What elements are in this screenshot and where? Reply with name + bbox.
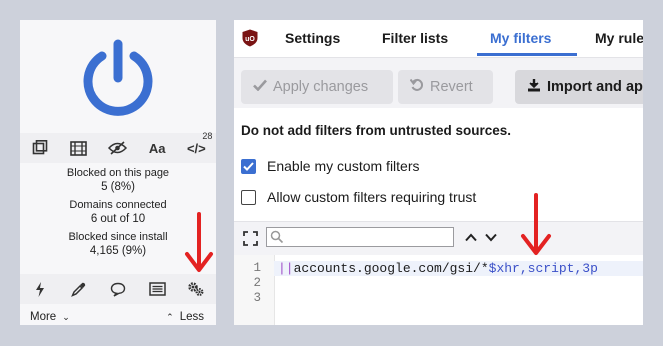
tab-my-filters[interactable]: My filters xyxy=(490,30,551,46)
media-icon[interactable] xyxy=(64,136,94,160)
tab-settings[interactable]: Settings xyxy=(285,30,340,46)
line-number: 1 xyxy=(253,261,261,275)
download-icon xyxy=(527,78,541,96)
svg-text:uO: uO xyxy=(245,36,255,43)
line-number: 3 xyxy=(253,291,261,305)
ublock-logo-icon: uO xyxy=(242,29,258,47)
blocked-page-label: Blocked on this page xyxy=(66,167,170,179)
rule-anchor: || xyxy=(278,261,294,276)
fullscreen-icon[interactable] xyxy=(243,231,258,246)
logger-icon[interactable] xyxy=(143,277,171,301)
element-picker-icon[interactable] xyxy=(25,136,55,160)
tab-filter-lists[interactable]: Filter lists xyxy=(382,30,448,46)
find-next-icon[interactable] xyxy=(485,233,497,242)
tab-my-rules[interactable]: My rule xyxy=(595,30,643,46)
filters-toolbar: Apply changes Revert Import and ap xyxy=(234,58,643,108)
editor-toolbar xyxy=(234,221,643,255)
chat-bubble-icon[interactable] xyxy=(104,277,132,301)
more-button[interactable]: More ⌄ xyxy=(30,311,70,323)
import-append-button[interactable]: Import and ap xyxy=(515,70,643,104)
blocked-page-value: 5 (8%) xyxy=(101,180,135,193)
rule-options: $xhr,script,3p xyxy=(488,261,598,276)
annotation-arrow-icon xyxy=(521,193,551,255)
less-button[interactable]: ⌃ Less xyxy=(166,311,204,323)
ublock-dashboard-panel: uO Settings Filter lists My filters My r… xyxy=(234,20,643,325)
apply-changes-button[interactable]: Apply changes xyxy=(241,70,393,104)
active-tab-indicator xyxy=(477,53,577,56)
undo-icon xyxy=(409,78,424,96)
revert-button[interactable]: Revert xyxy=(398,70,493,104)
filters-code-editor[interactable]: 1 2 3 ||accounts.google.com/gsi/*$xhr,sc… xyxy=(234,255,643,325)
chevron-down-icon: ⌄ xyxy=(62,312,70,322)
eyedropper-icon[interactable] xyxy=(65,277,93,301)
popup-toolbar: Aa </> 28 xyxy=(20,131,216,163)
chevron-up-icon: ⌃ xyxy=(166,312,174,322)
annotation-arrow-icon xyxy=(185,212,213,272)
find-previous-icon[interactable] xyxy=(465,233,477,242)
settings-gears-icon[interactable] xyxy=(182,277,210,301)
rule-pattern: accounts.google.com/gsi/* xyxy=(293,261,489,276)
popup-bottom-toolbar xyxy=(20,274,216,304)
line-number: 2 xyxy=(253,276,261,290)
power-toggle-icon[interactable] xyxy=(81,36,155,118)
checkbox-unchecked-icon xyxy=(241,189,256,205)
domains-label: Domains connected xyxy=(69,199,167,211)
allow-trust-filters-checkbox[interactable]: Allow custom filters requiring trust xyxy=(241,189,476,205)
lightning-icon[interactable] xyxy=(26,277,54,301)
dashboard-tabs: uO Settings Filter lists My filters My r… xyxy=(234,20,643,58)
search-icon xyxy=(270,230,284,244)
code-icon[interactable]: </> 28 xyxy=(181,131,212,160)
ublock-popup-panel: Aa </> 28 Blocked on this page 5 (8%) Dom… xyxy=(20,20,216,325)
line-number-gutter: 1 2 3 xyxy=(234,255,275,325)
filter-rule-line[interactable]: ||accounts.google.com/gsi/*$xhr,script,3… xyxy=(278,261,598,276)
checkbox-checked-icon xyxy=(241,158,256,174)
eye-slash-icon[interactable] xyxy=(103,136,133,160)
enable-custom-filters-checkbox[interactable]: Enable my custom filters xyxy=(241,158,420,174)
script-count-badge: 28 xyxy=(202,131,213,141)
more-less-bar: More ⌄ ⌃ Less xyxy=(20,309,216,325)
untrusted-warning: Do not add filters from untrusted source… xyxy=(241,123,512,138)
fonts-icon[interactable]: Aa xyxy=(142,136,172,160)
checkmark-icon xyxy=(253,79,267,95)
find-input[interactable] xyxy=(266,227,454,247)
